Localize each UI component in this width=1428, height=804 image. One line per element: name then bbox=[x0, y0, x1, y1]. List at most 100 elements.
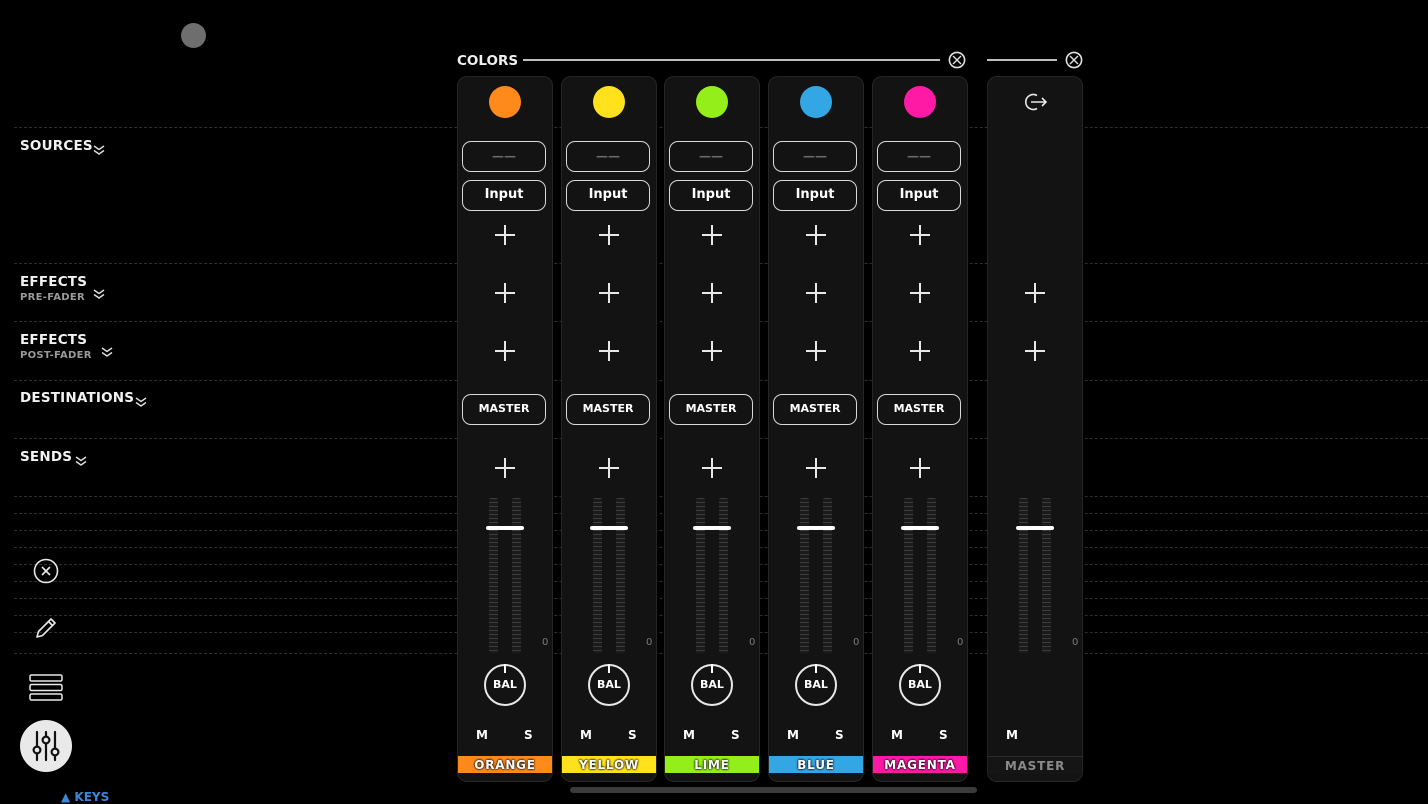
channel-name-label[interactable]: LIME bbox=[665, 756, 759, 773]
source-selector[interactable]: —— bbox=[773, 141, 857, 172]
channel-name-label[interactable]: MAGENTA bbox=[873, 756, 967, 773]
chevron-down-icon[interactable] bbox=[101, 342, 113, 357]
input-button[interactable]: Input bbox=[669, 180, 753, 211]
section-sources[interactable]: SOURCES bbox=[20, 138, 93, 154]
add-send-button[interactable] bbox=[599, 458, 619, 478]
mute-button[interactable]: M bbox=[580, 728, 592, 742]
source-selector[interactable]: —— bbox=[462, 141, 546, 172]
mute-button[interactable]: M bbox=[891, 728, 903, 742]
add-effect-pre-button[interactable] bbox=[1025, 283, 1045, 303]
balance-knob[interactable]: BAL bbox=[795, 664, 837, 706]
balance-knob[interactable]: BAL bbox=[899, 664, 941, 706]
close-circle-icon[interactable] bbox=[33, 558, 59, 584]
input-button[interactable]: Input bbox=[462, 180, 546, 211]
add-effect-post-button[interactable] bbox=[599, 341, 619, 361]
meter-zero-label: 0 bbox=[853, 637, 860, 648]
solo-button[interactable]: S bbox=[939, 728, 948, 742]
source-selector[interactable]: —— bbox=[669, 141, 753, 172]
solo-button[interactable]: S bbox=[628, 728, 637, 742]
chevron-down-icon[interactable] bbox=[75, 451, 87, 466]
section-effects-post[interactable]: EFFECTS POST-FADER bbox=[20, 332, 92, 361]
meter-zero-label: 0 bbox=[1072, 637, 1079, 648]
section-destinations[interactable]: DESTINATIONS bbox=[20, 390, 134, 406]
balance-knob[interactable]: BAL bbox=[484, 664, 526, 706]
balance-knob[interactable]: BAL bbox=[588, 664, 630, 706]
mute-button[interactable]: M bbox=[787, 728, 799, 742]
section-effects-pre[interactable]: EFFECTS PRE-FADER bbox=[20, 274, 87, 303]
fader-handle[interactable] bbox=[590, 526, 628, 530]
fader-handle[interactable] bbox=[486, 526, 524, 530]
destination-button[interactable]: MASTER bbox=[669, 394, 753, 425]
add-send-button[interactable] bbox=[702, 458, 722, 478]
add-effect-post-button[interactable] bbox=[910, 341, 930, 361]
mute-button[interactable]: M bbox=[476, 728, 488, 742]
solo-button[interactable]: S bbox=[731, 728, 740, 742]
add-source-button[interactable] bbox=[495, 225, 515, 245]
section-sublabel: PRE-FADER bbox=[20, 292, 85, 303]
meter-zero-label: 0 bbox=[542, 637, 549, 648]
channel-name-label[interactable]: ORANGE bbox=[458, 756, 552, 773]
add-effect-pre-button[interactable] bbox=[910, 283, 930, 303]
chevron-down-icon[interactable] bbox=[93, 284, 105, 299]
add-effect-pre-button[interactable] bbox=[702, 283, 722, 303]
add-send-button[interactable] bbox=[806, 458, 826, 478]
channel-name-label[interactable]: BLUE bbox=[769, 756, 863, 773]
add-source-button[interactable] bbox=[806, 225, 826, 245]
output-arrow-icon[interactable] bbox=[1022, 90, 1048, 114]
mute-button[interactable]: M bbox=[1006, 728, 1018, 742]
master-fader-handle[interactable] bbox=[1016, 526, 1054, 530]
colors-header-line bbox=[523, 59, 940, 61]
horizontal-scrollbar[interactable] bbox=[570, 787, 977, 793]
mute-button[interactable]: M bbox=[683, 728, 695, 742]
add-send-button[interactable] bbox=[910, 458, 930, 478]
chevron-down-icon[interactable] bbox=[93, 140, 105, 155]
solo-button[interactable]: S bbox=[524, 728, 533, 742]
add-effect-post-button[interactable] bbox=[806, 341, 826, 361]
list-icon[interactable] bbox=[29, 673, 63, 703]
source-selector[interactable]: —— bbox=[566, 141, 650, 172]
solo-button[interactable]: S bbox=[835, 728, 844, 742]
pencil-icon[interactable] bbox=[33, 615, 59, 641]
color-swatch[interactable] bbox=[593, 86, 625, 118]
mixer-sliders-icon[interactable] bbox=[20, 720, 72, 772]
add-source-button[interactable] bbox=[910, 225, 930, 245]
fader-handle[interactable] bbox=[797, 526, 835, 530]
color-swatch[interactable] bbox=[800, 86, 832, 118]
fader-handle[interactable] bbox=[693, 526, 731, 530]
input-button[interactable]: Input bbox=[773, 180, 857, 211]
level-meter bbox=[489, 498, 498, 653]
add-effect-post-button[interactable] bbox=[495, 341, 515, 361]
chevron-down-icon[interactable] bbox=[135, 392, 147, 407]
add-source-button[interactable] bbox=[702, 225, 722, 245]
add-effect-post-button[interactable] bbox=[1025, 341, 1045, 361]
crossed-circle-icon[interactable] bbox=[948, 51, 966, 69]
color-swatch[interactable] bbox=[904, 86, 936, 118]
section-label: SOURCES bbox=[20, 138, 93, 154]
input-button[interactable]: Input bbox=[877, 180, 961, 211]
section-label: SENDS bbox=[20, 449, 73, 465]
add-effect-pre-button[interactable] bbox=[599, 283, 619, 303]
crossed-circle-icon[interactable] bbox=[1065, 51, 1083, 69]
channel-name-label[interactable]: YELLOW bbox=[562, 756, 656, 773]
add-effect-pre-button[interactable] bbox=[806, 283, 826, 303]
section-sends[interactable]: SENDS bbox=[20, 449, 72, 465]
add-effect-pre-button[interactable] bbox=[495, 283, 515, 303]
level-meter bbox=[696, 498, 705, 653]
channel-name-master[interactable]: MASTER bbox=[988, 756, 1082, 774]
add-send-button[interactable] bbox=[495, 458, 515, 478]
destination-button[interactable]: MASTER bbox=[566, 394, 650, 425]
input-button[interactable]: Input bbox=[566, 180, 650, 211]
color-swatch[interactable] bbox=[489, 86, 521, 118]
destination-button[interactable]: MASTER bbox=[773, 394, 857, 425]
meter-zero-label: 0 bbox=[646, 637, 653, 648]
fader-handle[interactable] bbox=[901, 526, 939, 530]
destination-button[interactable]: MASTER bbox=[462, 394, 546, 425]
balance-knob[interactable]: BAL bbox=[691, 664, 733, 706]
source-selector[interactable]: —— bbox=[877, 141, 961, 172]
master-strip bbox=[987, 76, 1083, 782]
add-effect-post-button[interactable] bbox=[702, 341, 722, 361]
color-swatch[interactable] bbox=[696, 86, 728, 118]
add-source-button[interactable] bbox=[599, 225, 619, 245]
destination-button[interactable]: MASTER bbox=[877, 394, 961, 425]
master-header-line bbox=[987, 59, 1057, 61]
